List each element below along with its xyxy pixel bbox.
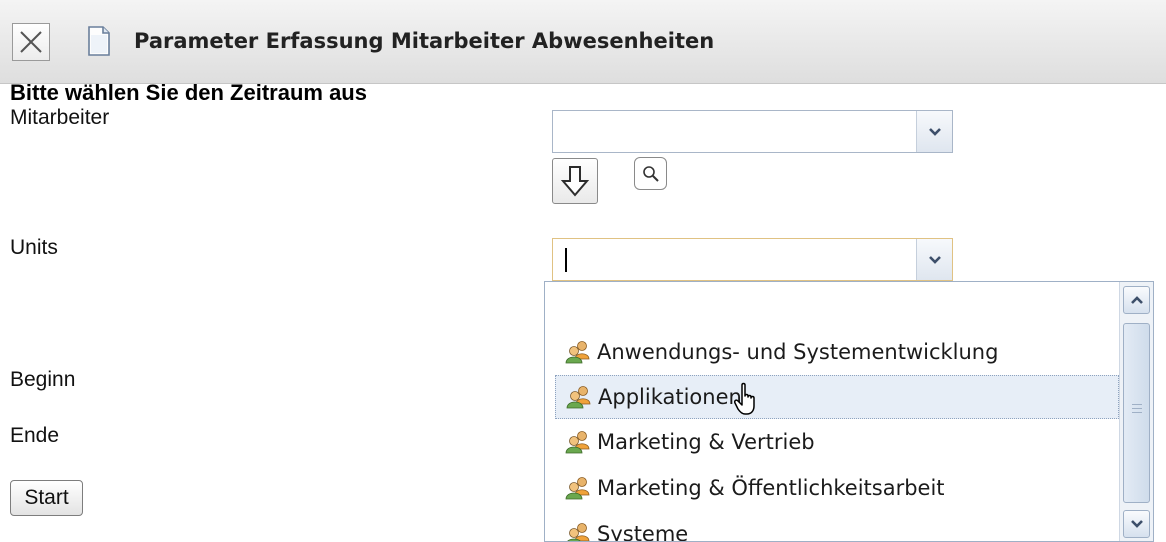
text-caret <box>565 248 567 272</box>
close-button[interactable] <box>12 23 50 61</box>
group-users-icon <box>565 522 591 541</box>
scroll-thumb[interactable] <box>1123 323 1150 503</box>
hand-pointer-cursor <box>734 382 760 420</box>
group-users-icon <box>566 385 592 409</box>
dropdown-scrollbar[interactable] <box>1119 282 1153 541</box>
start-button[interactable]: Start <box>10 480 83 516</box>
chevron-up-icon <box>1130 296 1143 304</box>
mitarbeiter-combobox[interactable] <box>552 110 953 153</box>
close-x-icon <box>20 31 42 53</box>
list-item-label: Systeme <box>597 522 689 542</box>
list-item-label: Marketing & Öffentlichkeitsarbeit <box>597 476 945 500</box>
units-label: Units <box>10 236 58 259</box>
units-dropdown-list[interactable]: Anwendungs- und Systementwicklung Applik… <box>544 281 1154 542</box>
search-button[interactable] <box>634 157 667 190</box>
chevron-down-icon <box>1130 520 1143 528</box>
group-users-icon <box>565 430 591 454</box>
group-users-icon <box>565 340 591 364</box>
units-dropdown-button[interactable] <box>916 239 952 280</box>
document-icon <box>86 25 112 61</box>
group-users-icon <box>565 476 591 500</box>
chevron-down-icon <box>928 127 941 136</box>
list-item[interactable]: Systeme <box>555 512 1119 542</box>
mitarbeiter-dropdown-button[interactable] <box>916 111 952 152</box>
scroll-up-button[interactable] <box>1123 286 1150 314</box>
list-item-label: Applikationen <box>598 385 742 409</box>
mitarbeiter-label: Mitarbeiter <box>10 106 110 129</box>
list-item-hovered[interactable]: Applikationen <box>555 375 1119 419</box>
window-titlebar: Parameter Erfassung Mitarbeiter Abwesenh… <box>0 0 1166 84</box>
chevron-down-icon <box>928 255 941 264</box>
list-item[interactable]: Anwendungs- und Systementwicklung <box>555 330 1119 374</box>
units-combobox[interactable] <box>552 238 953 281</box>
ende-label: Ende <box>10 424 60 447</box>
list-item[interactable]: Marketing & Öffentlichkeitsarbeit <box>555 466 1119 510</box>
select-down-button[interactable] <box>552 158 598 204</box>
arrow-down-icon <box>560 166 590 197</box>
beginn-label: Beginn <box>10 368 76 391</box>
section-heading: Bitte wählen Sie den Zeitraum aus <box>10 80 367 105</box>
grip-icon <box>1132 404 1142 416</box>
window-title: Parameter Erfassung Mitarbeiter Abwesenh… <box>134 29 715 53</box>
magnifier-icon <box>642 165 659 182</box>
list-item-label: Marketing & Vertrieb <box>597 430 815 454</box>
list-item-label: Anwendungs- und Systementwicklung <box>597 340 999 364</box>
scroll-down-button[interactable] <box>1123 510 1150 538</box>
list-item[interactable]: Marketing & Vertrieb <box>555 420 1119 464</box>
